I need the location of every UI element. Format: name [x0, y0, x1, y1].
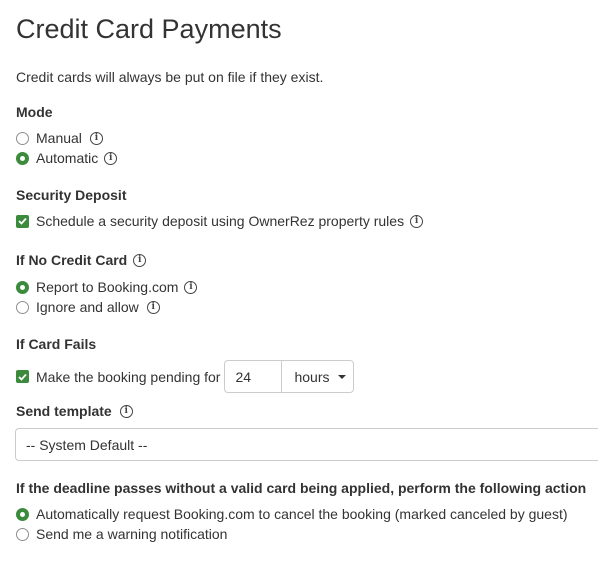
intro-text: Credit cards will always be put on file … — [16, 69, 324, 85]
info-icon[interactable]: i — [184, 280, 198, 294]
caret-down-icon — [337, 374, 346, 379]
mode-manual-label: Manual — [36, 130, 82, 146]
info-icon[interactable]: i — [133, 253, 147, 267]
ignore-label: Ignore and allow — [36, 299, 139, 315]
report-radio[interactable] — [16, 280, 29, 294]
pending-label: Make the booking pending for — [36, 368, 221, 385]
send-template-heading-row: Send template i — [16, 402, 133, 420]
duration-unit-label: hours — [294, 368, 330, 385]
no-credit-card-option-ignore[interactable]: Ignore and allow i — [16, 298, 160, 316]
security-deposit-checkbox[interactable] — [16, 214, 29, 228]
security-deposit-heading: Security Deposit — [16, 187, 127, 203]
no-credit-card-option-report[interactable]: Report to Booking.com i — [16, 278, 198, 296]
pending-duration-input[interactable] — [224, 360, 282, 393]
mode-manual-radio[interactable] — [16, 131, 29, 145]
ignore-radio[interactable] — [16, 300, 29, 314]
mode-automatic-radio[interactable] — [16, 151, 29, 165]
send-template-select[interactable]: -- System Default -- — [15, 428, 598, 461]
mode-heading: Mode — [16, 104, 53, 120]
info-icon[interactable]: i — [119, 404, 133, 418]
warning-label: Send me a warning notification — [36, 526, 228, 542]
checkmark-icon — [18, 373, 27, 381]
warning-radio[interactable] — [16, 527, 29, 541]
mode-automatic-label: Automatic — [36, 150, 99, 166]
card-fails-heading: If Card Fails — [16, 336, 97, 352]
deadline-heading: If the deadline passes without a valid c… — [16, 480, 587, 496]
security-deposit-option[interactable]: Schedule a security deposit using OwnerR… — [16, 212, 424, 230]
no-credit-card-heading: If No Credit Card — [16, 252, 128, 268]
deadline-option-warning[interactable]: Send me a warning notification — [16, 525, 227, 543]
card-fails-option[interactable]: Make the booking pending for hours — [16, 360, 355, 393]
mode-option-automatic[interactable]: Automatic i — [16, 149, 118, 167]
cancel-radio[interactable] — [16, 507, 29, 521]
send-template-selected: -- System Default -- — [26, 436, 148, 453]
mode-option-manual[interactable]: Manual i — [16, 129, 103, 147]
duration-unit-dropdown[interactable]: hours — [281, 360, 355, 393]
page-title: Credit Card Payments — [16, 14, 282, 44]
cancel-label: Automatically request Booking.com to can… — [36, 506, 568, 522]
info-icon[interactable]: i — [104, 151, 118, 165]
report-label: Report to Booking.com — [36, 279, 179, 295]
send-template-heading: Send template — [16, 403, 112, 419]
no-credit-card-heading-row: If No Credit Card i — [16, 251, 147, 269]
info-icon[interactable]: i — [89, 131, 103, 145]
security-deposit-label: Schedule a security deposit using OwnerR… — [36, 213, 405, 229]
deadline-option-cancel[interactable]: Automatically request Booking.com to can… — [16, 505, 568, 523]
info-icon[interactable]: i — [146, 300, 160, 314]
pending-checkbox[interactable] — [16, 370, 29, 383]
info-icon[interactable]: i — [410, 214, 424, 228]
checkmark-icon — [18, 217, 27, 225]
